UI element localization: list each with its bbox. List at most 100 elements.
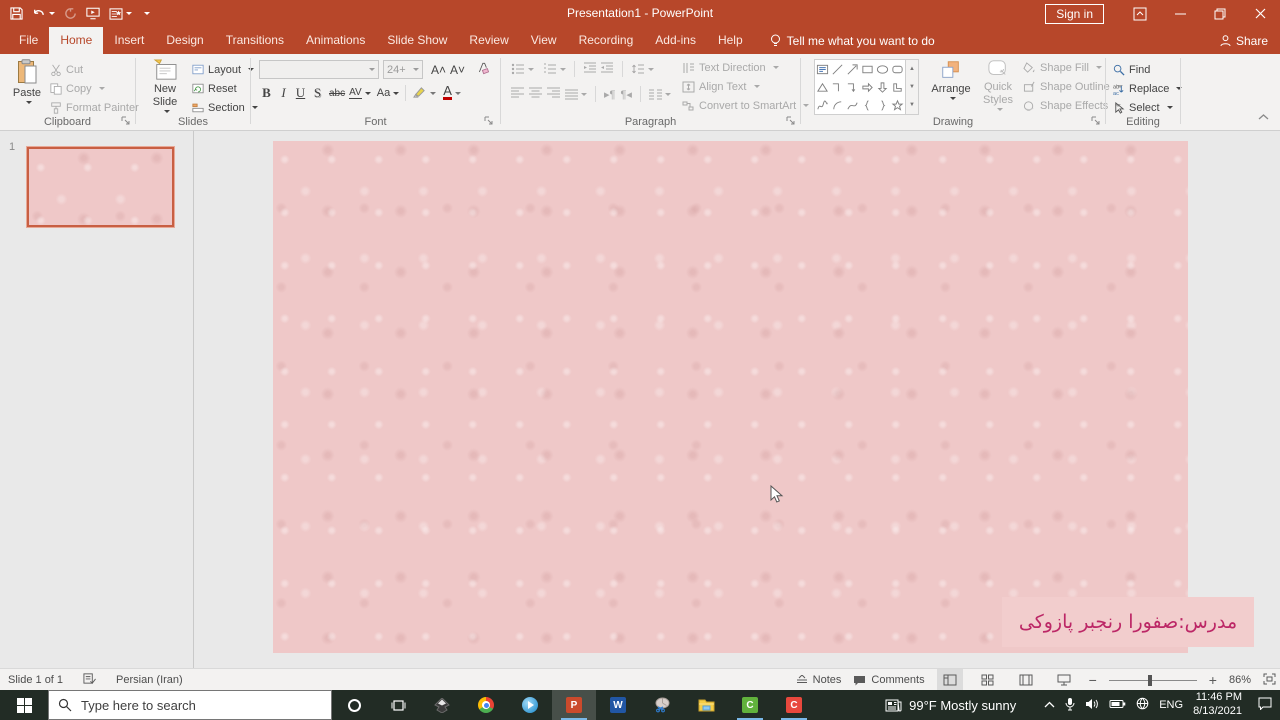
zoom-out-button[interactable]: −: [1089, 672, 1097, 688]
comments-button[interactable]: Comments: [853, 674, 925, 686]
slide-sorter-view-button[interactable]: [975, 669, 1001, 691]
taskbar-powerpoint-button[interactable]: P: [552, 690, 596, 720]
increase-font-size-button[interactable]: A˄: [431, 63, 446, 77]
spell-check-icon[interactable]: [83, 672, 96, 688]
hidden-icons-chevron[interactable]: [1044, 699, 1055, 711]
format-painter-button[interactable]: Format Painter: [50, 98, 139, 117]
rounded-rectangle-shape-icon[interactable]: [891, 63, 904, 76]
taskbar-chrome-button[interactable]: [464, 690, 508, 720]
action-center-icon[interactable]: [1258, 697, 1272, 713]
language-indicator[interactable]: Persian (Iran): [116, 674, 183, 686]
justify-button[interactable]: [565, 89, 587, 100]
microphone-icon[interactable]: [1065, 697, 1075, 714]
volume-icon[interactable]: [1085, 698, 1099, 713]
tell-me-box[interactable]: Tell me what you want to do: [770, 27, 935, 54]
find-button[interactable]: Find: [1113, 60, 1182, 79]
character-spacing-button[interactable]: AV: [349, 87, 371, 99]
notes-button[interactable]: Notes: [796, 674, 841, 686]
right-to-left-direction-button[interactable]: ¶◂: [620, 88, 631, 101]
text-shadow-button[interactable]: S: [310, 85, 325, 101]
drawing-dialog-launcher-icon[interactable]: [1091, 116, 1101, 126]
reading-view-button[interactable]: [1013, 669, 1039, 691]
shapes-scroll-up-icon[interactable]: ▲: [906, 60, 918, 78]
taskbar-clock[interactable]: 11:46 PM 8/13/2021: [1193, 691, 1242, 719]
taskbar-inkscape-button[interactable]: [420, 690, 464, 720]
rectangle-shape-icon[interactable]: [861, 63, 874, 76]
convert-to-smartart-button[interactable]: Convert to SmartArt: [682, 96, 810, 115]
minimize-button[interactable]: [1160, 0, 1200, 27]
taskbar-capture-tool-button[interactable]: [640, 690, 684, 720]
tab-slide-show[interactable]: Slide Show: [376, 27, 458, 54]
close-button[interactable]: [1240, 0, 1280, 27]
right-arrow-shape-icon[interactable]: [861, 81, 874, 94]
cut-button[interactable]: Cut: [50, 60, 139, 79]
slide-credit-textbox[interactable]: مدرس:صفورا رنجبر پازوکی: [1002, 597, 1254, 647]
right-brace-shape-icon[interactable]: [876, 99, 889, 112]
reset-button[interactable]: Reset: [192, 79, 258, 98]
slide-canvas[interactable]: [273, 141, 1188, 653]
tab-file[interactable]: File: [8, 27, 49, 54]
input-language[interactable]: ENG: [1159, 699, 1183, 711]
textbox-shape-icon[interactable]: [816, 63, 829, 76]
decrease-font-size-button[interactable]: A˅: [450, 63, 465, 77]
elbow-arrow-connector-shape-icon[interactable]: [846, 81, 859, 94]
tab-transitions[interactable]: Transitions: [215, 27, 295, 54]
zoom-slider[interactable]: [1108, 674, 1197, 686]
fit-slide-to-window-button[interactable]: [1263, 673, 1276, 688]
down-arrow-shape-icon[interactable]: [876, 81, 889, 94]
tab-animations[interactable]: Animations: [295, 27, 376, 54]
search-input[interactable]: [81, 697, 311, 713]
oval-shape-icon[interactable]: [876, 63, 889, 76]
taskbar-media-player-button[interactable]: [508, 690, 552, 720]
zoom-slider-thumb[interactable]: [1148, 674, 1153, 686]
replace-button[interactable]: ab ac Replace: [1113, 79, 1183, 98]
text-direction-button[interactable]: Text Direction: [682, 58, 809, 77]
taskbar-camtasia-button[interactable]: C: [728, 690, 772, 720]
align-center-button[interactable]: [529, 87, 542, 101]
ribbon-display-options-button[interactable]: [1120, 0, 1160, 27]
corner-shape-icon[interactable]: [891, 81, 904, 94]
tab-design[interactable]: Design: [155, 27, 214, 54]
tab-recording[interactable]: Recording: [568, 27, 645, 54]
font-name-combobox[interactable]: [259, 60, 379, 79]
increase-indent-button[interactable]: [600, 62, 614, 77]
elbow-connector-shape-icon[interactable]: [831, 81, 844, 94]
new-slide-button[interactable]: New Slide: [144, 59, 186, 114]
battery-icon[interactable]: [1109, 699, 1126, 712]
underline-button[interactable]: U: [293, 85, 308, 101]
sign-in-button[interactable]: Sign in: [1045, 3, 1104, 24]
tab-help[interactable]: Help: [707, 27, 754, 54]
scribble-shape-icon[interactable]: [816, 99, 829, 112]
decrease-indent-button[interactable]: [583, 62, 597, 77]
slide-show-button[interactable]: [1051, 669, 1077, 691]
text-highlight-button[interactable]: [412, 86, 437, 100]
left-brace-shape-icon[interactable]: [861, 99, 874, 112]
line-spacing-button[interactable]: [631, 63, 654, 75]
start-button[interactable]: [0, 690, 48, 720]
triangle-shape-icon[interactable]: [816, 81, 829, 94]
font-dialog-launcher-icon[interactable]: [484, 116, 494, 126]
align-right-button[interactable]: [547, 87, 560, 101]
taskbar-cortana-button[interactable]: [332, 690, 376, 720]
arrange-button[interactable]: Arrange: [929, 59, 973, 100]
weather-widget[interactable]: 99°F Mostly sunny: [885, 698, 1016, 713]
taskbar-camtasia-recorder-button[interactable]: C: [772, 690, 816, 720]
bullets-button[interactable]: [511, 63, 534, 75]
select-button[interactable]: Select: [1113, 98, 1182, 117]
collapse-ribbon-icon[interactable]: [1258, 112, 1269, 124]
left-to-right-direction-button[interactable]: ▸¶: [604, 88, 615, 101]
taskbar-word-button[interactable]: W: [596, 690, 640, 720]
change-case-button[interactable]: Aa: [377, 87, 400, 99]
shapes-gallery[interactable]: [814, 59, 906, 115]
shapes-scroll-down-icon[interactable]: ▼: [906, 78, 918, 96]
clear-formatting-button[interactable]: [475, 62, 490, 78]
strikethrough-button[interactable]: abc: [329, 88, 345, 99]
paste-button[interactable]: Paste: [8, 59, 46, 104]
tab-review[interactable]: Review: [458, 27, 519, 54]
share-button[interactable]: Share: [1220, 27, 1268, 54]
numbering-button[interactable]: [543, 63, 566, 75]
taskbar-file-explorer-button[interactable]: [684, 690, 728, 720]
slide-thumbnail[interactable]: [27, 147, 174, 227]
taskbar-task-view-button[interactable]: [376, 690, 420, 720]
shapes-more-icon[interactable]: ▼: [906, 96, 918, 114]
